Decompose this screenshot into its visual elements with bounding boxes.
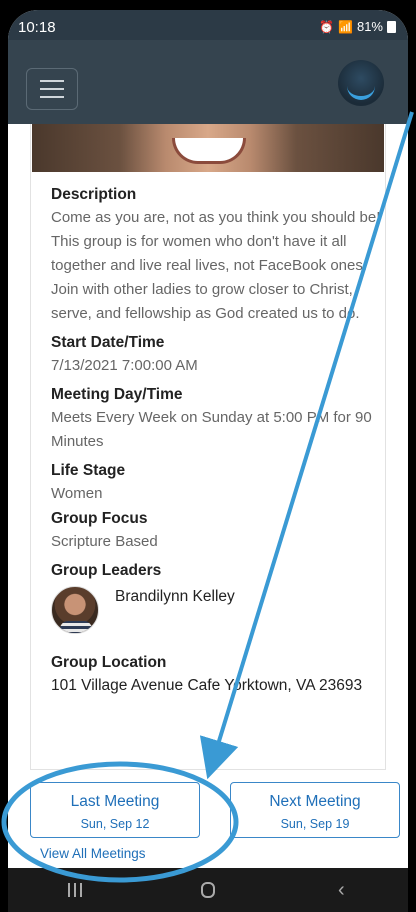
leader-name[interactable]: Brandilynn Kelley [115,586,235,608]
start-label: Start Date/Time [51,334,165,351]
battery-icon [387,20,396,33]
leader-item[interactable]: Brandilynn Kelley [51,586,381,634]
life-stage-value: Women [51,485,103,502]
status-time: 10:18 [18,19,56,36]
leaders-label: Group Leaders [51,562,162,579]
meeting-label: Meeting Day/Time [51,386,183,403]
avatar[interactable] [51,586,99,634]
meeting-value: Meets Every Week on Sunday at 5:00 PM fo… [51,409,372,450]
recents-button[interactable] [45,883,105,897]
focus-value: Scripture Based [51,533,158,550]
back-button[interactable]: ‹ [311,879,371,902]
menu-icon-line [40,88,64,90]
location-label: Group Location [51,654,167,671]
phone-screen: 10:18 ⏰ 📶 81% Description Come as you ar… [8,10,408,912]
life-stage-label: Life Stage [51,462,126,479]
group-photo-detail [172,138,246,164]
location-value: 101 Village Avenue Cafe Yorktown, VA 236… [51,677,363,694]
system-nav-bar: ‹ [8,868,408,912]
next-meeting-date: Sun, Sep 19 [280,817,350,831]
group-detail-content: Description Come as you are, not as you … [8,124,408,868]
recents-icon [67,883,82,897]
last-meeting-label: Last Meeting [70,793,160,810]
next-meeting-button[interactable]: Next Meeting Sun, Sep 19 [230,782,400,838]
next-meeting-label: Next Meeting [269,793,361,810]
app-header [8,40,408,124]
menu-icon-line [40,96,64,98]
status-icons: ⏰ 📶 81% [319,19,396,34]
wifi-icon: 📶 [338,19,353,34]
group-card: Description Come as you are, not as you … [30,124,386,770]
group-photo [32,124,384,172]
app-logo-icon[interactable] [338,60,384,106]
start-value: 7/13/2021 7:00:00 AM [51,357,198,374]
battery-percent: 81% [356,19,383,34]
last-meeting-date: Sun, Sep 12 [80,817,150,831]
description-text: Come as you are, not as you think you sh… [51,209,381,322]
menu-icon-line [40,80,64,82]
alarm-icon: ⏰ [319,19,335,34]
home-button[interactable] [178,882,238,898]
home-icon [200,882,215,898]
last-meeting-button[interactable]: Last Meeting Sun, Sep 12 [30,782,200,838]
group-info: Description Come as you are, not as you … [51,184,381,704]
focus-label: Group Focus [51,510,148,527]
menu-button[interactable] [26,68,78,110]
view-all-meetings-link[interactable]: View All Meetings [40,846,146,861]
description-label: Description [51,186,137,203]
back-icon: ‹ [337,878,345,901]
status-bar: 10:18 ⏰ 📶 81% [8,10,408,40]
